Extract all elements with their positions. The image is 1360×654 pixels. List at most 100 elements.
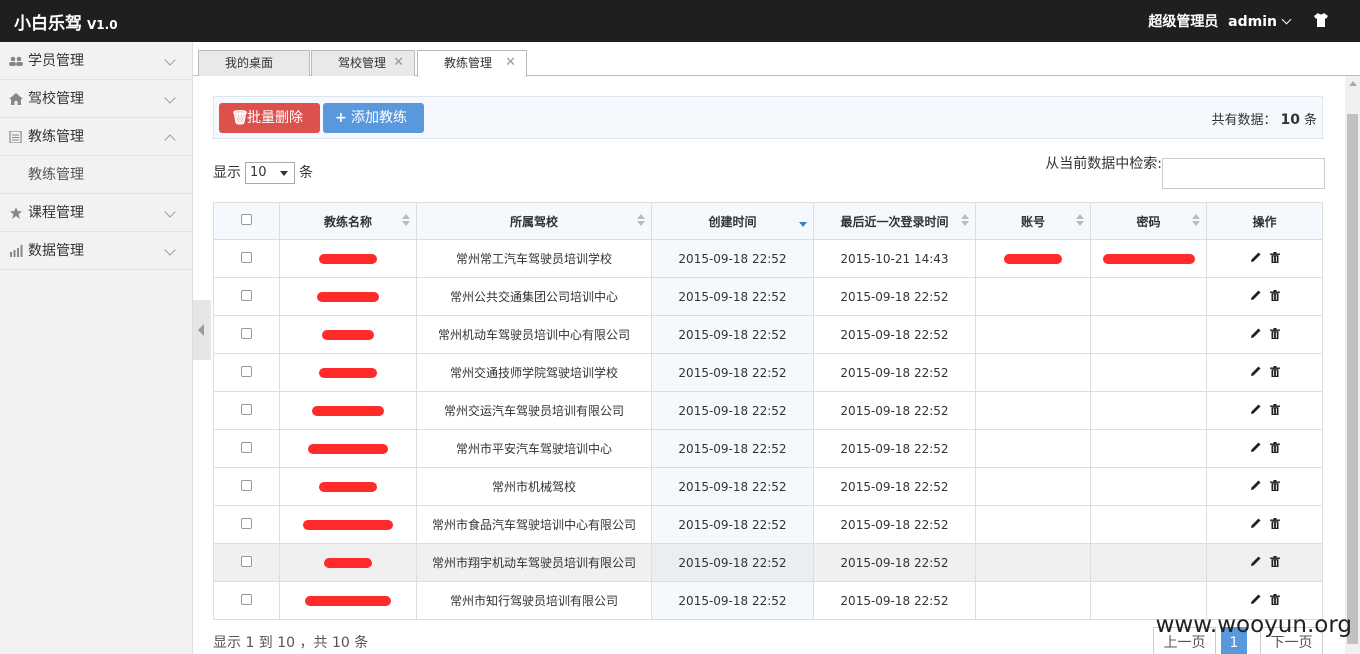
last-login-cell: 2015-09-18 22:52 [813,467,976,506]
tab-schools[interactable]: 驾校管理 ✕ [311,50,415,76]
row-checkbox-cell[interactable] [213,543,280,582]
row-checkbox[interactable] [241,403,252,415]
row-checkbox[interactable] [241,593,252,605]
sidebar-item-students[interactable]: 学员管理 [0,42,192,80]
table-row[interactable]: 常州交运汽车驾驶员培训有限公司 2015-09-18 22:52 2015-09-1… [213,391,1323,430]
delete-icon[interactable] [1269,251,1280,263]
created-cell: 2015-09-18 22:52 [651,391,814,430]
page-size-select[interactable]: 10 [245,162,295,184]
delete-icon[interactable] [1269,517,1280,529]
delete-icon[interactable] [1269,403,1280,415]
edit-icon[interactable] [1250,251,1262,263]
delete-icon[interactable] [1269,289,1280,301]
school-cell: 常州交运汽车驾驶员培训有限公司 [416,391,652,430]
chart-icon [10,245,23,257]
actions-cell [1206,543,1323,582]
col-account[interactable]: 账号 [975,202,1091,240]
user-menu[interactable]: 超级管理员 admin [1148,11,1292,31]
delete-icon[interactable] [1269,365,1280,377]
edit-icon[interactable] [1250,365,1262,377]
row-checkbox[interactable] [241,251,252,263]
sidebar-item-label: 教练管理 [28,129,84,145]
sidebar-item-data[interactable]: 数据管理 [0,232,192,270]
col-created[interactable]: 创建时间 [651,202,814,240]
sort-icon [961,214,969,228]
row-checkbox-cell[interactable] [213,353,280,392]
row-checkbox[interactable] [241,555,252,567]
row-checkbox-cell[interactable] [213,315,280,354]
delete-icon[interactable] [1269,593,1280,605]
add-coach-button[interactable]: + 添加教练 [323,103,424,133]
scrollbar-thumb[interactable] [1347,114,1358,644]
sidebar-subitem-coaches[interactable]: 教练管理 [0,156,192,194]
actions-cell [1206,505,1323,544]
created-cell: 2015-09-18 22:52 [651,505,814,544]
row-checkbox-cell[interactable] [213,581,280,620]
search-input[interactable] [1162,158,1325,189]
col-last-login[interactable]: 最后近一次登录时间 [813,202,976,240]
redaction-mark [305,596,391,606]
edit-icon[interactable] [1250,327,1262,339]
edit-icon[interactable] [1250,593,1262,605]
row-checkbox[interactable] [241,365,252,377]
table-row[interactable]: 常州市食品汽车驾驶培训中心有限公司 2015-09-18 22:52 2015-09… [213,505,1323,544]
table-row[interactable]: 常州常工汽车驾驶员培训学校 2015-09-18 22:52 2015-10-21 … [213,239,1323,278]
delete-icon[interactable] [1269,479,1280,491]
col-coach-name[interactable]: 教练名称 [279,202,417,240]
select-all-checkbox[interactable] [241,214,252,225]
password-cell [1090,543,1207,582]
sort-desc-icon [799,214,807,228]
close-icon[interactable]: ✕ [505,51,516,75]
table-row[interactable]: 常州市机械驾校 2015-09-18 22:52 2015-09-18 22:52 [213,467,1323,506]
app-version: V1.0 [87,18,118,32]
col-school[interactable]: 所属驾校 [416,202,652,240]
row-checkbox-cell[interactable] [213,391,280,430]
app-logo[interactable]: 小白乐驾 V1.0 [14,9,118,34]
table-row[interactable]: 常州交通技师学院驾驶培训学校 2015-09-18 22:52 2015-09-18… [213,353,1323,392]
delete-icon[interactable] [1269,441,1280,453]
redaction-mark [319,368,377,378]
password-cell [1090,239,1207,278]
row-checkbox-cell[interactable] [213,239,280,278]
account-cell [975,429,1091,468]
table-row[interactable]: 常州市翔宇机动车驾驶员培训有限公司 2015-09-18 22:52 2015-09… [213,543,1323,582]
delete-icon[interactable] [1269,555,1280,567]
row-checkbox-cell[interactable] [213,429,280,468]
sort-icon [1076,214,1084,228]
edit-icon[interactable] [1250,441,1262,453]
sidebar-item-schools[interactable]: 驾校管理 [0,80,192,118]
edit-icon[interactable] [1250,403,1262,415]
tab-coaches[interactable]: 教练管理 ✕ [417,50,527,77]
sidebar-item-coaches[interactable]: 教练管理 [0,118,192,156]
shirt-icon[interactable] [1313,12,1329,28]
edit-icon[interactable] [1250,517,1262,529]
sidebar-item-courses[interactable]: 课程管理 [0,194,192,232]
row-checkbox[interactable] [241,289,252,301]
close-icon[interactable]: ✕ [393,51,404,75]
scrollbar[interactable] [1345,76,1360,654]
coach-table: 教练名称 所属驾校 创建时间 最后近一次登录时间 账号 密码 操作 常州常工汽车… [213,202,1323,620]
col-password[interactable]: 密码 [1090,202,1207,240]
scroll-up-icon[interactable] [1349,81,1357,86]
delete-icon[interactable] [1269,327,1280,339]
row-checkbox-cell[interactable] [213,467,280,506]
row-checkbox-cell[interactable] [213,277,280,316]
row-checkbox[interactable] [241,517,252,529]
sort-icon [637,214,645,228]
row-checkbox-cell[interactable] [213,505,280,544]
batch-delete-button[interactable]: 🗑 批量删除 [219,103,320,133]
edit-icon[interactable] [1250,289,1262,301]
table-row[interactable]: 常州公共交通集团公司培训中心 2015-09-18 22:52 2015-09-18… [213,277,1323,316]
select-all-header[interactable] [213,202,280,240]
edit-icon[interactable] [1250,555,1262,567]
table-row[interactable]: 常州市平安汽车驾驶培训中心 2015-09-18 22:52 2015-09-18 … [213,429,1323,468]
last-login-cell: 2015-09-18 22:52 [813,505,976,544]
trash-icon: 🗑 [231,110,249,126]
row-checkbox[interactable] [241,441,252,453]
tab-desktop[interactable]: 我的桌面 [198,50,310,76]
password-cell [1090,391,1207,430]
row-checkbox[interactable] [241,479,252,491]
edit-icon[interactable] [1250,479,1262,491]
table-row[interactable]: 常州机动车驾驶员培训中心有限公司 2015-09-18 22:52 2015-09-… [213,315,1323,354]
row-checkbox[interactable] [241,327,252,339]
